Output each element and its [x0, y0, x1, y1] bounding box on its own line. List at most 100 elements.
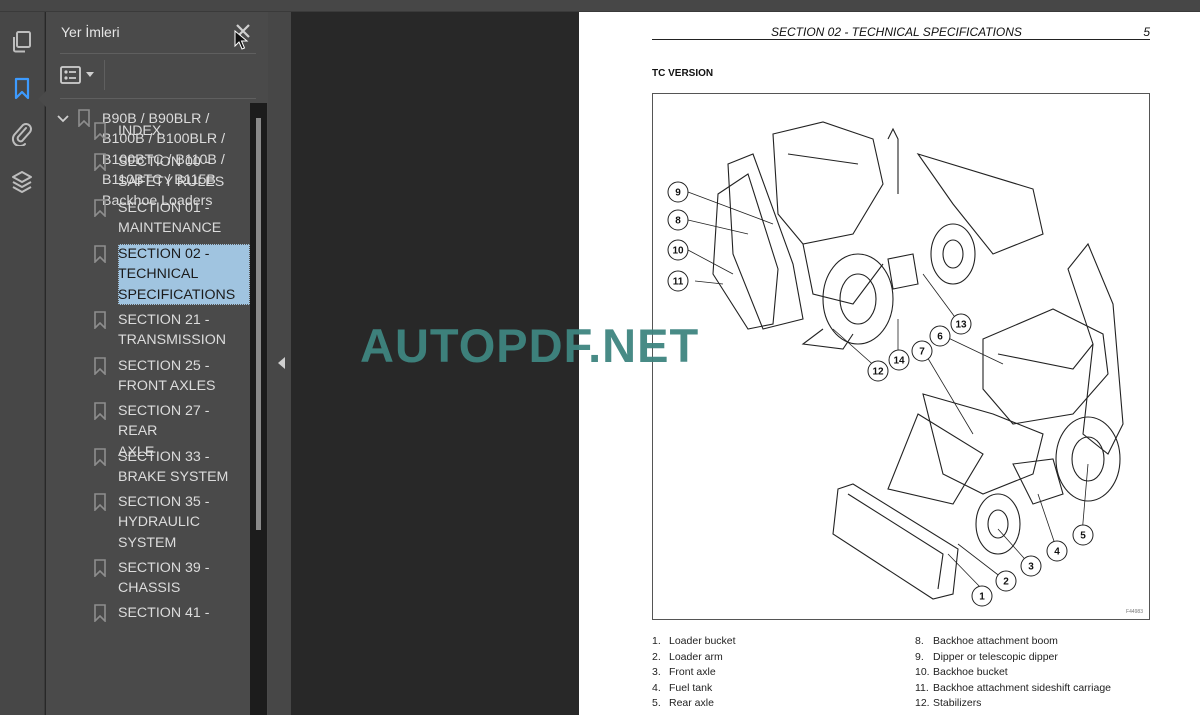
legend-number: 4.: [652, 681, 661, 694]
bookmark-options-button[interactable]: [60, 64, 100, 86]
callout-8: 8: [667, 209, 689, 231]
callout-number: 12: [872, 367, 884, 378]
legend-number: 5.: [652, 697, 661, 710]
bookmark-icon: [94, 153, 106, 171]
legend-text: Stabilizers: [933, 697, 982, 710]
legend-text: Dipper or telescopic dipper: [933, 650, 1058, 663]
callout-number: 8: [675, 216, 681, 227]
bookmark-icon: [94, 245, 106, 263]
bookmark-label: SECTION 35 - HYDRAULIC SYSTEM: [118, 494, 210, 551]
divider: [104, 60, 105, 90]
callout-13: 13: [950, 313, 972, 335]
callout-number: 6: [937, 332, 943, 343]
callout-4: 4: [1046, 540, 1068, 562]
callout-number: 3: [1028, 562, 1034, 573]
figure-frame: 1 2 3 4 5 6 7 8 9 10 11 12 13 14 F44983: [652, 93, 1150, 620]
bookmark-item-selected[interactable]: SECTION 02 - TECHNICAL SPECIFICATIONS: [118, 244, 250, 306]
callout-9: 9: [667, 181, 689, 203]
legend-left: 1. Loader bucket 2. Loader arm 3. Front axle 4…: [652, 634, 892, 712]
bookmark-item[interactable]: SECTION 01 - MAINTENANCE: [118, 198, 250, 239]
bookmark-tree: B90B / B90BLR / B100B / B100BLR / B100BT…: [46, 104, 251, 715]
legend-number: 8.: [915, 635, 924, 647]
legend-number: 2.: [652, 650, 661, 663]
bookmark-item[interactable]: SECTION 35 - HYDRAULIC SYSTEM: [118, 492, 250, 553]
bookmark-label: SECTION 00 - SAFETY RULES: [118, 154, 225, 191]
callout-number: 9: [675, 188, 681, 199]
divider: [60, 98, 256, 99]
bookmark-icon: [94, 604, 106, 622]
legend-number: 1.: [652, 635, 661, 647]
callout-6: 6: [929, 325, 951, 347]
paperclip-icon[interactable]: [10, 122, 34, 146]
legend-row: 1. Loader bucket: [652, 634, 892, 650]
bookmark-item[interactable]: SECTION 00 - SAFETY RULES: [118, 152, 250, 193]
collapse-panel-button[interactable]: [278, 357, 285, 369]
section-subtitle: TC VERSION: [652, 68, 714, 79]
watermark: AUTOPDF.NET: [360, 319, 700, 372]
callout-2: 2: [995, 570, 1017, 592]
chevron-down-icon: [86, 72, 94, 77]
header-section-title: SECTION 02 - TECHNICAL SPECIFICATIONS: [771, 25, 1022, 39]
callout-number: 7: [919, 347, 925, 358]
legend-text: Backhoe attachment boom: [933, 635, 1058, 647]
bookmark-label: SECTION 39 - CHASSIS: [118, 560, 210, 597]
callout-number: 11: [673, 277, 684, 288]
callout-11: 11: [667, 270, 689, 292]
legend-row: 12. Stabilizers: [915, 696, 1155, 712]
legend-row: 10. Backhoe bucket: [915, 665, 1155, 681]
bookmark-item[interactable]: SECTION 41 -: [118, 603, 250, 623]
callout-number: 10: [672, 246, 684, 257]
bookmark-label: INDEX: [118, 123, 162, 139]
bookmark-item[interactable]: SECTION 25 - FRONT AXLES: [118, 356, 250, 397]
bookmark-icon: [94, 199, 106, 217]
legend-number: 10.: [915, 666, 930, 679]
callout-5: 5: [1072, 524, 1094, 546]
bookmark-label: SECTION 41 -: [118, 605, 210, 621]
callout-number: 2: [1003, 577, 1009, 588]
chevron-down-icon[interactable]: [56, 112, 70, 126]
callout-3: 3: [1020, 555, 1042, 577]
top-toolbar: [0, 0, 1200, 12]
bookmark-label: SECTION 33 - BRAKE SYSTEM: [118, 449, 229, 486]
legend-text: Loader bucket: [669, 635, 736, 647]
callout-number: 14: [893, 356, 905, 367]
legend-number: 3.: [652, 666, 661, 679]
callout-number: 1: [979, 592, 985, 603]
bookmark-item[interactable]: INDEX: [118, 121, 250, 141]
active-panel-pointer: [38, 91, 46, 107]
callout-number: 13: [955, 320, 967, 331]
divider: [60, 53, 256, 54]
legend-row: 4. Fuel tank: [652, 681, 892, 697]
pages-icon[interactable]: [10, 30, 34, 54]
callout-10: 10: [667, 239, 689, 261]
panel-title: Yer İmleri: [61, 24, 120, 40]
callout-number: 5: [1080, 531, 1086, 542]
bookmark-icon: [94, 122, 106, 140]
bookmark-item[interactable]: SECTION 21 - TRANSMISSION: [118, 310, 250, 351]
callout-14: 14: [888, 349, 910, 371]
legend-right: 8. Backhoe attachment boom 9. Dipper or tel…: [915, 634, 1155, 712]
callout-12: 12: [867, 360, 889, 382]
legend-text: Backhoe bucket: [933, 666, 1008, 679]
bookmark-icon[interactable]: [10, 77, 34, 101]
legend-text: Rear axle: [669, 697, 714, 710]
legend-row: 5. Rear axle: [652, 696, 892, 712]
bookmark-icon: [94, 311, 106, 329]
page-header: SECTION 02 - TECHNICAL SPECIFICATIONS 5: [652, 25, 1150, 40]
bookmark-label: SECTION 01 - MAINTENANCE: [118, 200, 222, 237]
scrollbar-thumb[interactable]: [256, 118, 261, 530]
legend-number: 11.: [915, 681, 929, 694]
legend-number: 12.: [915, 697, 930, 710]
legend-row: 9. Dipper or telescopic dipper: [915, 650, 1155, 666]
bookmark-icon: [78, 109, 90, 127]
figure-id: F44983: [1126, 609, 1143, 615]
legend-text: Loader arm: [669, 650, 723, 663]
bookmark-label: SECTION 21 - TRANSMISSION: [118, 312, 226, 349]
bookmark-item[interactable]: SECTION 39 - CHASSIS: [118, 558, 250, 599]
bookmarks-panel: Yer İmleri B90B / B90BLR / B100B / B100B…: [46, 12, 268, 715]
bookmark-item[interactable]: SECTION 33 - BRAKE SYSTEM: [118, 447, 250, 488]
legend-row: 8. Backhoe attachment boom: [915, 634, 1155, 650]
callout-number: 4: [1054, 547, 1060, 558]
layers-icon[interactable]: [10, 170, 34, 194]
legend-row: 11. Backhoe attachment sideshift carriage: [915, 681, 1155, 697]
